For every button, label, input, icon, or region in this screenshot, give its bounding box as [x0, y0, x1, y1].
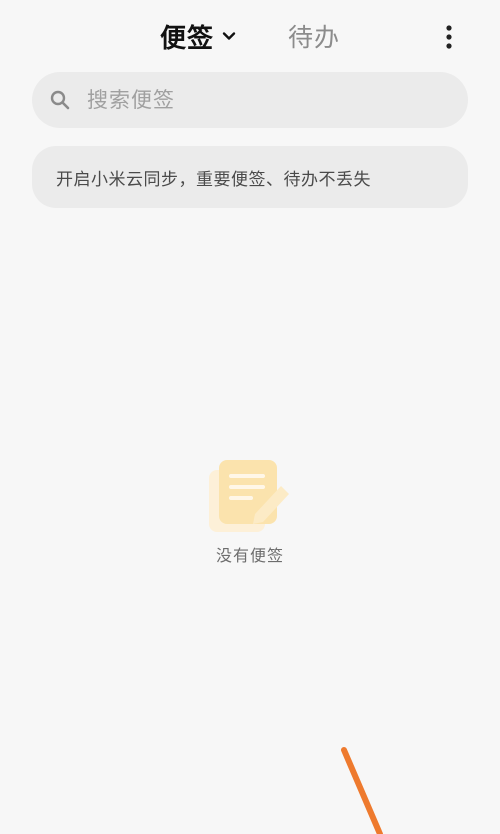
tab-notes-label: 便签 — [160, 23, 215, 54]
cloud-sync-banner-text: 开启小米云同步，重要便签、待办不丢失 — [56, 169, 371, 190]
orange-stroke — [341, 747, 383, 834]
tab-notes[interactable]: 便签 — [160, 16, 236, 56]
search-icon — [50, 90, 70, 110]
search-bar[interactable] — [32, 72, 468, 128]
more-vertical-icon[interactable] — [442, 24, 456, 50]
tab-todo[interactable]: 待办 — [288, 16, 340, 56]
top-tabs: 便签 待办 — [0, 16, 500, 56]
chevron-down-icon — [222, 32, 236, 40]
note-edit-icon — [209, 460, 289, 532]
empty-state-text: 没有便签 — [215, 546, 284, 565]
search-input[interactable] — [85, 87, 429, 113]
cloud-sync-banner[interactable]: 开启小米云同步，重要便签、待办不丢失 — [32, 146, 468, 208]
